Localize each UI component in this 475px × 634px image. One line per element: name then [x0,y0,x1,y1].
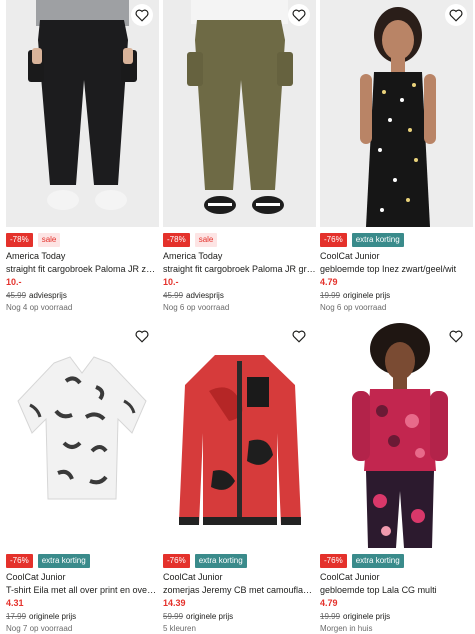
product-price: 4.79 [320,277,338,287]
old-price: 45.99 [163,291,184,300]
product-brand: CoolCat Junior [320,572,380,582]
price-note: adviesprijs [186,291,224,300]
original-price: 19.99 originele prijs [320,611,390,622]
wishlist-heart-icon[interactable] [131,4,153,26]
product-title[interactable]: gebloemde top Lala CG multi [320,585,473,596]
product-photo-camo-jacket [163,321,316,548]
product-image[interactable] [6,0,159,227]
badge-row: -78% sale [6,233,61,247]
product-title[interactable]: zomerjas Jeremy CB met camouflagep... [163,585,316,596]
product-title[interactable]: straight fit cargobroek Paloma JR zwart [6,264,159,275]
badge-row: -76% extra korting [320,554,404,568]
product-image[interactable] [320,0,473,227]
price-note: originele prijs [343,612,391,621]
original-price: 59.99 originele prijs [163,611,233,622]
product-photo-green-cargo-pants [163,0,316,227]
extra-discount-badge: extra korting [194,554,247,568]
product-brand: America Today [6,251,66,261]
original-price: 17.99 originele prijs [6,611,76,622]
discount-badge: -78% [163,233,190,247]
discount-badge: -76% [163,554,190,568]
discount-badge: -76% [6,554,33,568]
original-price: 45.99 adviesprijs [163,290,224,301]
product-image[interactable] [6,321,159,548]
product-price: 10.- [163,277,179,287]
old-price: 19.99 [320,291,341,300]
old-price: 59.99 [163,612,184,621]
discount-badge: -76% [320,233,347,247]
product-grid: -78% sale America Today straight fit car… [0,0,475,634]
stock-status: Nog 7 op voorraad [6,624,73,633]
wishlist-heart-icon[interactable] [445,4,467,26]
old-price: 19.99 [320,612,341,621]
product-photo-floral-top [320,0,473,227]
extra-discount-badge: extra korting [351,233,404,247]
stock-status: 5 kleuren [163,624,196,633]
price-note: adviesprijs [29,291,67,300]
badge-row: -76% extra korting [320,233,404,247]
wishlist-heart-icon[interactable] [288,4,310,26]
product-brand: CoolCat Junior [320,251,380,261]
wishlist-heart-icon[interactable] [445,325,467,347]
price-note: originele prijs [343,291,391,300]
product-brand: CoolCat Junior [163,572,223,582]
stock-status: Nog 6 op voorraad [320,303,387,312]
badge-row: -76% extra korting [6,554,90,568]
product-photo-print-tshirt [6,321,159,548]
product-image[interactable] [163,0,316,227]
original-price: 19.99 originele prijs [320,290,390,301]
product-title[interactable]: gebloemde top Inez zwart/geel/wit [320,264,473,275]
sale-badge: sale [194,233,218,247]
product-title[interactable]: straight fit cargobroek Paloma JR groen [163,264,316,275]
product-price: 14.39 [163,598,186,608]
original-price: 45.99 adviesprijs [6,290,67,301]
wishlist-heart-icon[interactable] [288,325,310,347]
product-image[interactable] [163,321,316,548]
discount-badge: -76% [320,554,347,568]
sale-badge: sale [37,233,61,247]
wishlist-heart-icon[interactable] [131,325,153,347]
product-title[interactable]: T-shirt Eila met all over print en overs… [6,585,159,596]
product-price: 4.31 [6,598,24,608]
badge-row: -78% sale [163,233,218,247]
product-image[interactable] [320,321,473,548]
product-photo-black-cargo-pants [6,0,159,227]
stock-status: Nog 6 op voorraad [163,303,230,312]
old-price: 45.99 [6,291,27,300]
product-photo-floral-multi-top [320,321,473,548]
product-price: 10.- [6,277,22,287]
extra-discount-badge: extra korting [351,554,404,568]
product-brand: CoolCat Junior [6,572,66,582]
extra-discount-badge: extra korting [37,554,90,568]
price-note: originele prijs [29,612,77,621]
price-note: originele prijs [186,612,234,621]
product-price: 4.79 [320,598,338,608]
stock-status: Nog 4 op voorraad [6,303,73,312]
product-brand: America Today [163,251,223,261]
stock-status: Morgen in huis [320,624,373,633]
discount-badge: -78% [6,233,33,247]
badge-row: -76% extra korting [163,554,247,568]
old-price: 17.99 [6,612,27,621]
